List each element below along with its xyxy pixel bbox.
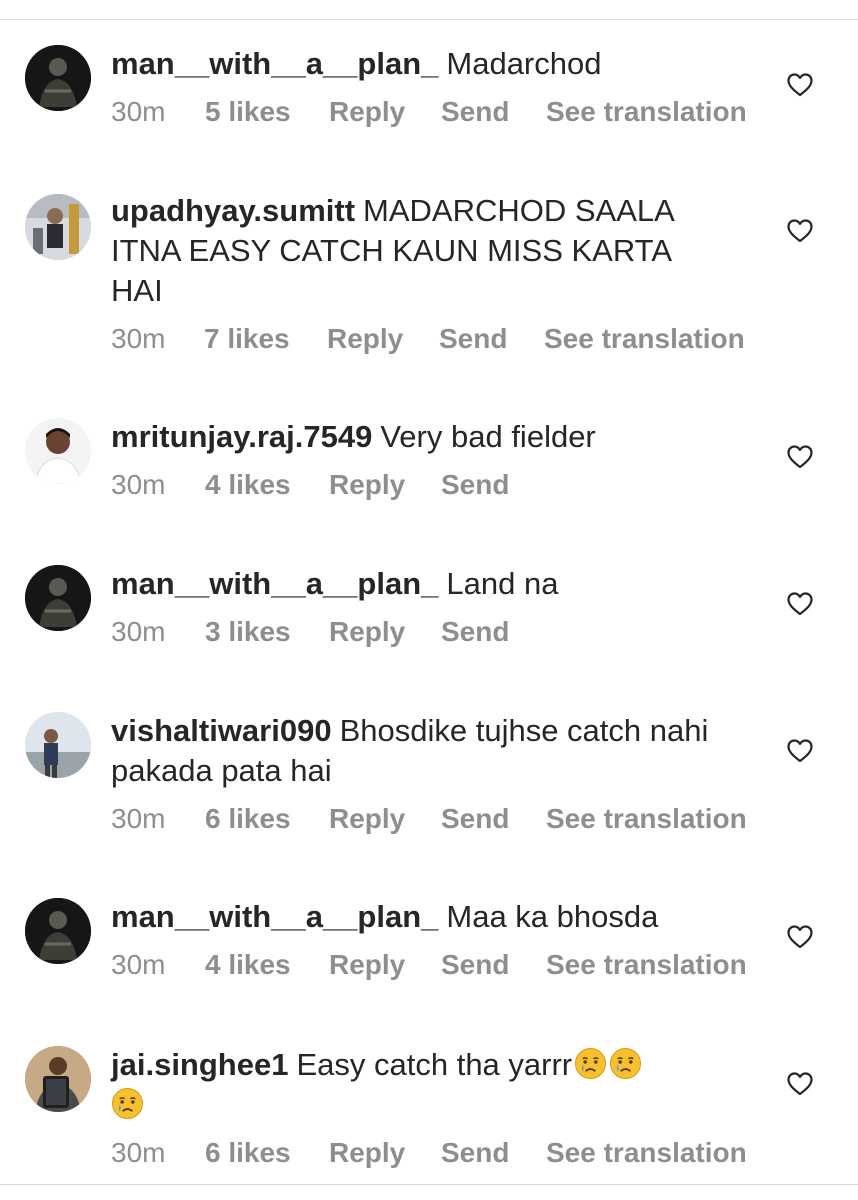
comment-username[interactable]: man__with__a__plan_ (111, 899, 438, 934)
send-button[interactable]: Send (441, 467, 509, 503)
likes-count[interactable]: 4 likes (205, 947, 291, 983)
comment-text: vishaltiwari090 Bhosdike tujhse catch nah… (111, 711, 711, 791)
reply-button[interactable]: Reply (329, 801, 405, 837)
reply-button[interactable]: Reply (329, 94, 405, 130)
likes-count[interactable]: 6 likes (205, 801, 291, 837)
heart-icon[interactable] (787, 219, 813, 243)
likes-count[interactable]: 6 likes (205, 1135, 291, 1171)
comment-text: mritunjay.raj.7549 Very bad fielder (111, 417, 751, 457)
crying-face-emoji-icon (111, 1087, 144, 1120)
avatar[interactable] (25, 898, 91, 964)
comment-body: Easy catch tha yarrr (296, 1047, 573, 1082)
comment-text: man__with__a__plan_ Maa ka bhosda (111, 897, 751, 937)
comment-username[interactable]: vishaltiwari090 (111, 713, 332, 748)
comment-username[interactable]: upadhyay.sumitt (111, 193, 355, 228)
see-translation-button[interactable]: See translation (546, 94, 747, 130)
reply-button[interactable]: Reply (329, 614, 405, 650)
heart-icon[interactable] (787, 592, 813, 616)
send-button[interactable]: Send (439, 321, 507, 357)
comment-time: 30m (111, 1137, 166, 1168)
likes-count[interactable]: 3 likes (205, 614, 291, 650)
comment-meta: 30m 5 likes Reply Send See translation (111, 94, 751, 130)
comment-body: Land na (446, 566, 559, 601)
send-button[interactable]: Send (441, 947, 509, 983)
reply-button[interactable]: Reply (329, 947, 405, 983)
comment-text: man__with__a__plan_ Madarchod (111, 44, 751, 84)
reply-button[interactable]: Reply (329, 1135, 405, 1171)
comment-meta: 30m 4 likes Reply Send See translation (111, 947, 751, 983)
reply-button[interactable]: Reply (327, 321, 403, 357)
likes-count[interactable]: 4 likes (205, 467, 291, 503)
send-button[interactable]: Send (441, 94, 509, 130)
see-translation-button[interactable]: See translation (546, 801, 747, 837)
see-translation-button[interactable]: See translation (546, 947, 747, 983)
comment-meta: 30m 3 likes Reply Send (111, 614, 751, 650)
send-button[interactable]: Send (441, 614, 509, 650)
comment-text: jai.singhee1 Easy catch tha yarrr (111, 1045, 711, 1125)
comment-username[interactable]: man__with__a__plan_ (111, 566, 438, 601)
heart-icon[interactable] (787, 925, 813, 949)
heart-icon[interactable] (787, 1072, 813, 1096)
heart-icon[interactable] (787, 445, 813, 469)
avatar[interactable] (25, 45, 91, 111)
crying-face-emoji-icon (575, 1047, 607, 1080)
comment-meta: 30m 7 likes Reply Send See translation (111, 321, 751, 357)
heart-icon[interactable] (787, 739, 813, 763)
comment-time: 30m (111, 469, 166, 500)
heart-icon[interactable] (787, 73, 813, 97)
comment-text: upadhyay.sumitt MADARCHOD SAALA ITNA EASY… (111, 191, 711, 311)
bottom-divider (0, 1184, 858, 1185)
send-button[interactable]: Send (441, 1135, 509, 1171)
see-translation-button[interactable]: See translation (544, 321, 745, 357)
comment-body: Madarchod (446, 46, 602, 81)
comment-username[interactable]: mritunjay.raj.7549 (111, 419, 372, 454)
see-translation-button[interactable]: See translation (546, 1135, 747, 1171)
crying-face-emoji-icon (610, 1047, 642, 1080)
likes-count[interactable]: 5 likes (205, 94, 291, 130)
comment-time: 30m (111, 323, 166, 354)
comment-time: 30m (111, 96, 166, 127)
comment-body: Maa ka bhosda (446, 899, 659, 934)
top-divider (0, 19, 858, 20)
comment-username[interactable]: man__with__a__plan_ (111, 46, 438, 81)
comment-meta: 30m 6 likes Reply Send See translation (111, 1135, 751, 1171)
comment-time: 30m (111, 949, 166, 980)
reply-button[interactable]: Reply (329, 467, 405, 503)
comment-time: 30m (111, 616, 166, 647)
likes-count[interactable]: 7 likes (204, 321, 290, 357)
avatar[interactable] (25, 1046, 91, 1112)
comment-meta: 30m 4 likes Reply Send (111, 467, 751, 503)
comment-username[interactable]: jai.singhee1 (111, 1047, 288, 1082)
avatar[interactable] (25, 565, 91, 631)
comment-text: man__with__a__plan_ Land na (111, 564, 751, 604)
avatar[interactable] (25, 418, 91, 484)
comment-body: Very bad fielder (380, 419, 596, 454)
avatar[interactable] (25, 712, 91, 778)
avatar[interactable] (25, 194, 91, 260)
comment-time: 30m (111, 803, 166, 834)
send-button[interactable]: Send (441, 801, 509, 837)
comment-meta: 30m 6 likes Reply Send See translation (111, 801, 751, 837)
